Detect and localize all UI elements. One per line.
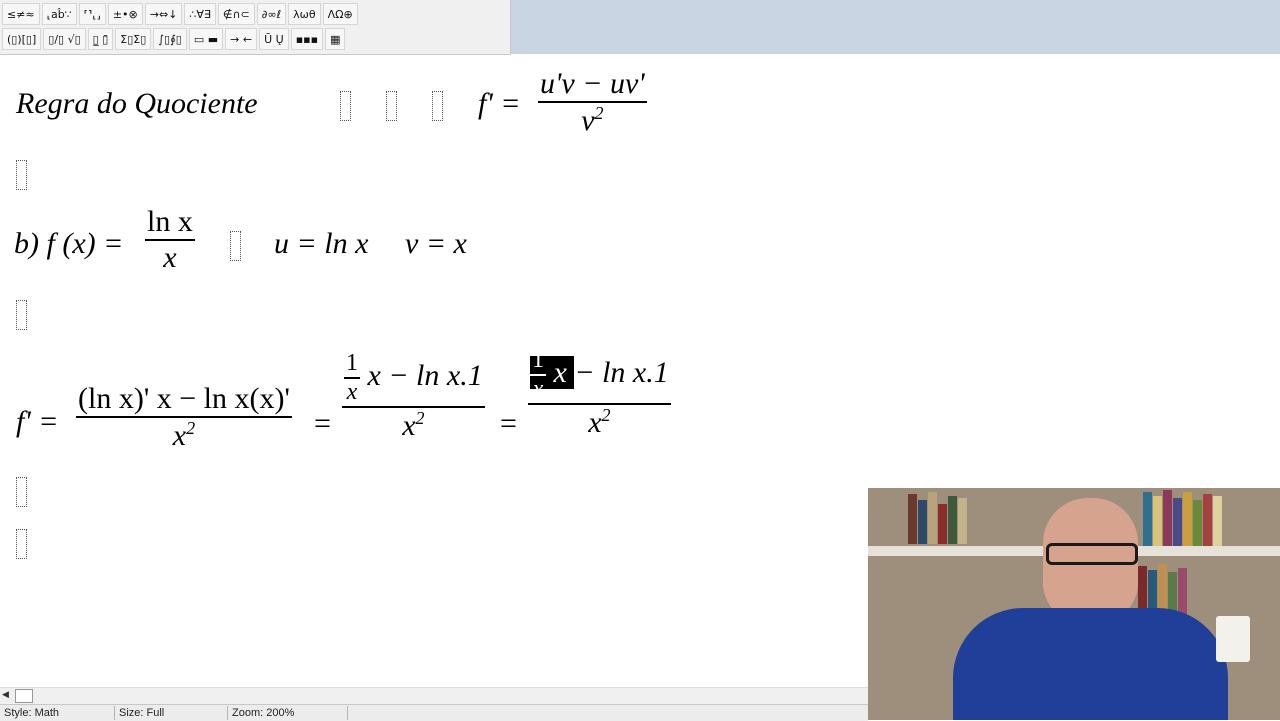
rule-title: Regra do Quociente [16, 87, 258, 120]
empty-slot[interactable] [16, 529, 27, 559]
presenter-shirt [953, 608, 1228, 720]
fraction-numerator: 1x x − ln x.1 [344, 350, 483, 405]
greek-lower-palette-button[interactable]: λωθ [288, 3, 321, 25]
coffee-mug [1216, 616, 1250, 662]
scroll-left-icon[interactable]: ◀ [2, 690, 9, 700]
bookshelf-books [1143, 490, 1223, 548]
empty-slot[interactable] [386, 91, 397, 121]
products-templates-button[interactable]: Ū Ų [259, 28, 289, 50]
derivative-lhs: f' = [16, 405, 59, 438]
relations-palette-button[interactable]: ≤≠≈ [2, 3, 40, 25]
spaces-templates-button[interactable]: ▪▪▪ [290, 28, 324, 50]
embellishments-palette-button[interactable]: ⸢⸣⸤⸥ [78, 3, 106, 25]
v-definition: v = x [405, 227, 467, 260]
fraction-radical-templates-button[interactable]: ▯/▯ √▯ [43, 28, 86, 50]
status-zoom: Zoom: 200% [228, 706, 348, 720]
summation-templates-button[interactable]: Σ▯Σ▯ [115, 28, 152, 50]
logic-palette-button[interactable]: ∴∀∃ [184, 3, 216, 25]
presenter-glasses [1046, 543, 1138, 565]
fraction-numerator: ln x [147, 205, 193, 238]
toolbar-empty-area [511, 0, 1280, 54]
fraction-numerator: 1x x − ln x.1 [530, 347, 669, 402]
bookshelf-books [908, 492, 968, 544]
operators-palette-button[interactable]: ±•⊗ [107, 3, 143, 25]
fence-templates-button[interactable]: (▯)[▯] [2, 28, 42, 50]
fraction-denominator: x [163, 241, 177, 274]
webcam-overlay [868, 488, 1280, 720]
set-theory-palette-button[interactable]: ∉∩⊂ [217, 3, 255, 25]
scrollbar-thumb[interactable] [15, 689, 33, 703]
selected-expression[interactable]: 1x x [530, 347, 575, 402]
status-size: Size: Full [115, 706, 228, 720]
equals-sign: = [314, 407, 331, 440]
arrows-palette-button[interactable]: →⇔↓ [144, 3, 183, 25]
toolbar-row-symbols: ≤≠≈ ⸤ab̂∵ ⸢⸣⸤⸥ ±•⊗ →⇔↓ ∴∀∃ ∉∩⊂ ∂∞ℓ λωθ Λ… [2, 2, 360, 26]
function-definition-fraction: ln x x [145, 205, 195, 275]
horizontal-scrollbar[interactable]: ◀ [0, 687, 868, 705]
fraction-denominator: x2 [588, 405, 611, 439]
misc-symbols-palette-button[interactable]: ∂∞ℓ [256, 3, 287, 25]
toolbar-row-templates: (▯)[▯] ▯/▯ √▯ ▯̲ ▯̄ Σ▯Σ▯ ∫▯∮▯ ▭ ▬ → ← Ū … [2, 27, 347, 51]
empty-slot[interactable] [16, 160, 27, 190]
empty-slot[interactable] [16, 477, 27, 507]
fraction-numerator: (ln x)' x − ln x(x)' [78, 382, 290, 415]
equals-sign: = [500, 407, 517, 440]
quotient-rule-numerator: u'v − uv' [540, 67, 645, 100]
underbar-overbar-templates-button[interactable]: ▭ ▬ [188, 28, 224, 50]
empty-slot[interactable] [16, 300, 27, 330]
equation-toolbar: ≤≠≈ ⸤ab̂∵ ⸢⸣⸤⸥ ±•⊗ →⇔↓ ∴∀∃ ∉∩⊂ ∂∞ℓ λωθ Λ… [0, 0, 511, 55]
status-style: Style: Math [0, 706, 115, 720]
fraction-denominator: x2 [172, 418, 196, 452]
function-definition-lhs: b) f (x) = [14, 227, 124, 260]
labeled-arrow-templates-button[interactable]: → ← [225, 28, 258, 50]
empty-slot[interactable] [230, 231, 241, 261]
greek-upper-palette-button[interactable]: ΛΩ⊕ [322, 3, 358, 25]
quotient-rule-formula: u'v − uv' v2 [538, 67, 647, 138]
quotient-rule-lhs: f' = [478, 87, 521, 120]
derivative-fraction-2: 1x x − ln x.1 x2 [342, 350, 485, 443]
empty-slot[interactable] [340, 91, 351, 121]
subscript-superscript-templates-button[interactable]: ▯̲ ▯̄ [87, 28, 114, 50]
status-bar: Style: Math Size: Full Zoom: 200% [0, 704, 868, 721]
quotient-rule-denominator: v2 [581, 103, 604, 137]
u-definition: u = ln x [274, 227, 369, 260]
spaces-palette-button[interactable]: ⸤ab̂∵ [41, 3, 77, 25]
integral-templates-button[interactable]: ∫▯∮▯ [153, 28, 187, 50]
derivative-fraction-3[interactable]: 1x x − ln x.1 x2 [528, 347, 671, 440]
derivative-fraction-1: (ln x)' x − ln x(x)' x2 [76, 382, 292, 453]
matrix-templates-button[interactable]: ▦ [325, 28, 346, 50]
empty-slot[interactable] [432, 91, 443, 121]
fraction-denominator: x2 [402, 408, 425, 442]
